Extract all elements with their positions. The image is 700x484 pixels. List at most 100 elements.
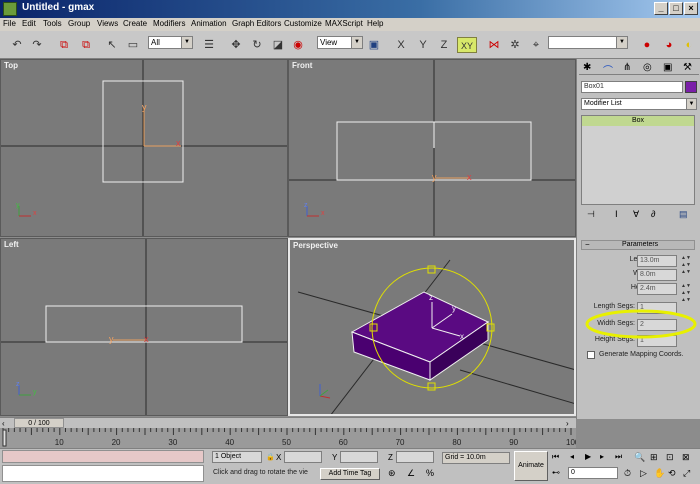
viewport-top[interactable]: Top y x y x bbox=[0, 59, 288, 237]
maximize-button[interactable]: □ bbox=[669, 2, 683, 15]
length-spinner-field[interactable]: 13.0m bbox=[637, 255, 677, 267]
height-spinner-field[interactable]: 2.4m bbox=[637, 283, 677, 295]
array-icon[interactable]: ✲ bbox=[507, 37, 523, 53]
align-icon[interactable]: ⌖ bbox=[528, 37, 544, 53]
menu-file[interactable]: File bbox=[3, 19, 16, 28]
quick-render-icon[interactable]: ◐ bbox=[681, 37, 697, 53]
redo-icon[interactable]: ↷ bbox=[29, 37, 45, 53]
z-coord-field[interactable] bbox=[396, 451, 434, 463]
zoom-extents-icon[interactable]: ⊡ bbox=[666, 452, 674, 463]
menu-views[interactable]: Views bbox=[97, 19, 118, 28]
restrict-x-button[interactable]: X bbox=[393, 37, 409, 53]
utilities-tab-icon[interactable]: ⚒ bbox=[683, 62, 692, 73]
modifier-list-dropdown[interactable]: Modifier List ▼ bbox=[581, 98, 697, 110]
zoom-extents-all-icon[interactable]: ⊠ bbox=[682, 452, 690, 463]
restrict-xy-button[interactable]: XY bbox=[457, 37, 477, 53]
maxscript-listener-white[interactable] bbox=[2, 465, 204, 482]
rotate-icon[interactable]: ↻ bbox=[249, 37, 265, 53]
key-mode-icon[interactable]: ⊷ bbox=[552, 468, 560, 477]
viewport-label-perspective[interactable]: Perspective bbox=[293, 241, 338, 250]
material-editor-icon[interactable]: ● bbox=[639, 37, 655, 53]
percent-snap-icon[interactable]: % bbox=[426, 468, 434, 478]
width-spinner-field[interactable]: 8.0m bbox=[637, 269, 677, 281]
select-arrow-icon[interactable]: ↖ bbox=[104, 37, 120, 53]
time-slider-prev-icon[interactable]: ‹ bbox=[2, 419, 5, 428]
menu-animation[interactable]: Animation bbox=[191, 19, 227, 28]
undo-icon[interactable]: ↶ bbox=[9, 37, 25, 53]
play-icon[interactable]: ▶ bbox=[585, 452, 591, 461]
menu-help[interactable]: Help bbox=[367, 19, 383, 28]
viewport-left[interactable]: Left y x z y bbox=[0, 238, 288, 416]
object-name-field[interactable]: Box01 bbox=[581, 81, 683, 93]
fov-icon[interactable]: ▷ bbox=[640, 468, 647, 479]
zoom-icon[interactable]: 🔍 bbox=[634, 452, 645, 463]
create-tab-icon[interactable]: ✱ bbox=[583, 62, 591, 73]
select-link-icon[interactable]: ⧉ bbox=[56, 37, 72, 53]
y-coord-field[interactable] bbox=[340, 451, 378, 463]
viewport-label-left[interactable]: Left bbox=[4, 240, 19, 249]
configure-sets-icon[interactable]: ▤ bbox=[679, 209, 688, 220]
viewport-perspective[interactable]: Perspective z x y bbox=[288, 238, 576, 416]
show-end-result-icon[interactable]: Ⅰ bbox=[615, 209, 618, 220]
pin-stack-icon[interactable]: ⊣ bbox=[587, 209, 595, 220]
menu-maxscript[interactable]: MAXScript bbox=[325, 19, 363, 28]
unlink-icon[interactable]: ⧉ bbox=[78, 37, 94, 53]
menu-modifiers[interactable]: Modifiers bbox=[153, 19, 185, 28]
time-config-icon[interactable]: ⏱ bbox=[624, 468, 631, 479]
mirror-icon[interactable]: ⋈ bbox=[486, 37, 502, 53]
goto-end-icon[interactable]: ⏭ bbox=[615, 452, 622, 462]
scale-icon[interactable]: ◪ bbox=[270, 37, 286, 53]
pan-icon[interactable]: ✋ bbox=[654, 468, 665, 479]
menu-edit[interactable]: Edit bbox=[22, 19, 36, 28]
mapping-coords-checkbox[interactable] bbox=[587, 351, 595, 359]
motion-tab-icon[interactable]: ◎ bbox=[643, 62, 652, 73]
current-frame-marker[interactable] bbox=[2, 429, 7, 447]
close-button[interactable]: × bbox=[684, 2, 698, 15]
remove-modifier-icon[interactable]: ∂ bbox=[651, 209, 655, 219]
maxscript-listener-pink[interactable] bbox=[2, 450, 204, 463]
menu-tools[interactable]: Tools bbox=[43, 19, 62, 28]
modify-tab-icon[interactable]: ⌒ bbox=[603, 62, 613, 77]
hierarchy-tab-icon[interactable]: ⋔ bbox=[623, 62, 631, 73]
menu-graph-editors[interactable]: Graph Editors bbox=[232, 19, 281, 28]
goto-start-icon[interactable]: ⏮ bbox=[552, 452, 559, 462]
named-selection-dropdown[interactable]: ▼ bbox=[548, 36, 628, 49]
viewport-label-top[interactable]: Top bbox=[4, 61, 18, 70]
render-scene-icon[interactable]: ◕ bbox=[661, 37, 677, 53]
reference-coordinate-dropdown[interactable]: View ▼ bbox=[317, 36, 363, 49]
select-region-icon[interactable]: ▭ bbox=[125, 37, 141, 53]
animate-button[interactable]: Animate bbox=[514, 451, 548, 481]
selection-filter-dropdown[interactable]: All ▼ bbox=[148, 36, 193, 49]
scale-alt-icon[interactable]: ◉ bbox=[290, 37, 306, 53]
time-slider[interactable]: ‹ 0 / 100 › bbox=[0, 417, 576, 428]
make-unique-icon[interactable]: ∀ bbox=[633, 209, 639, 220]
zoom-all-icon[interactable]: ⊞ bbox=[650, 452, 658, 463]
select-by-name-icon[interactable]: ☰ bbox=[201, 37, 217, 53]
viewport-label-front[interactable]: Front bbox=[292, 61, 312, 70]
menu-group[interactable]: Group bbox=[68, 19, 90, 28]
move-icon[interactable]: ✥ bbox=[228, 37, 244, 53]
minimize-button[interactable]: _ bbox=[654, 2, 668, 15]
display-tab-icon[interactable]: ▣ bbox=[663, 62, 672, 73]
pivot-center-icon[interactable]: ▣ bbox=[366, 37, 382, 53]
time-slider-thumb[interactable]: 0 / 100 bbox=[14, 418, 64, 428]
object-color-swatch[interactable] bbox=[685, 81, 697, 93]
stack-item-box[interactable]: Box bbox=[582, 116, 694, 126]
x-coord-field[interactable] bbox=[284, 451, 322, 463]
prev-frame-icon[interactable]: ◂ bbox=[570, 452, 574, 461]
restrict-z-button[interactable]: Z bbox=[436, 37, 452, 53]
current-frame-field[interactable]: 0 bbox=[568, 467, 618, 479]
arc-rotate-icon[interactable]: ⟲ bbox=[668, 468, 676, 479]
time-slider-next-icon[interactable]: › bbox=[566, 419, 569, 428]
snap-toggle-icon[interactable]: ⊛ bbox=[388, 468, 396, 479]
parameters-rollout-header[interactable]: − Parameters bbox=[581, 240, 695, 250]
modifier-stack-list[interactable]: Box bbox=[581, 115, 695, 205]
track-bar[interactable]: 10 20 30 40 50 60 70 80 90 100 bbox=[0, 428, 576, 448]
restrict-y-button[interactable]: Y bbox=[415, 37, 431, 53]
angle-snap-icon[interactable]: ∠ bbox=[407, 468, 415, 479]
menu-customize[interactable]: Customize bbox=[284, 19, 322, 28]
menu-create[interactable]: Create bbox=[123, 19, 147, 28]
lock-icon[interactable]: 🔒 bbox=[266, 453, 275, 461]
add-time-tag-button[interactable]: Add Time Tag bbox=[320, 468, 380, 480]
next-frame-icon[interactable]: ▸ bbox=[600, 452, 604, 461]
